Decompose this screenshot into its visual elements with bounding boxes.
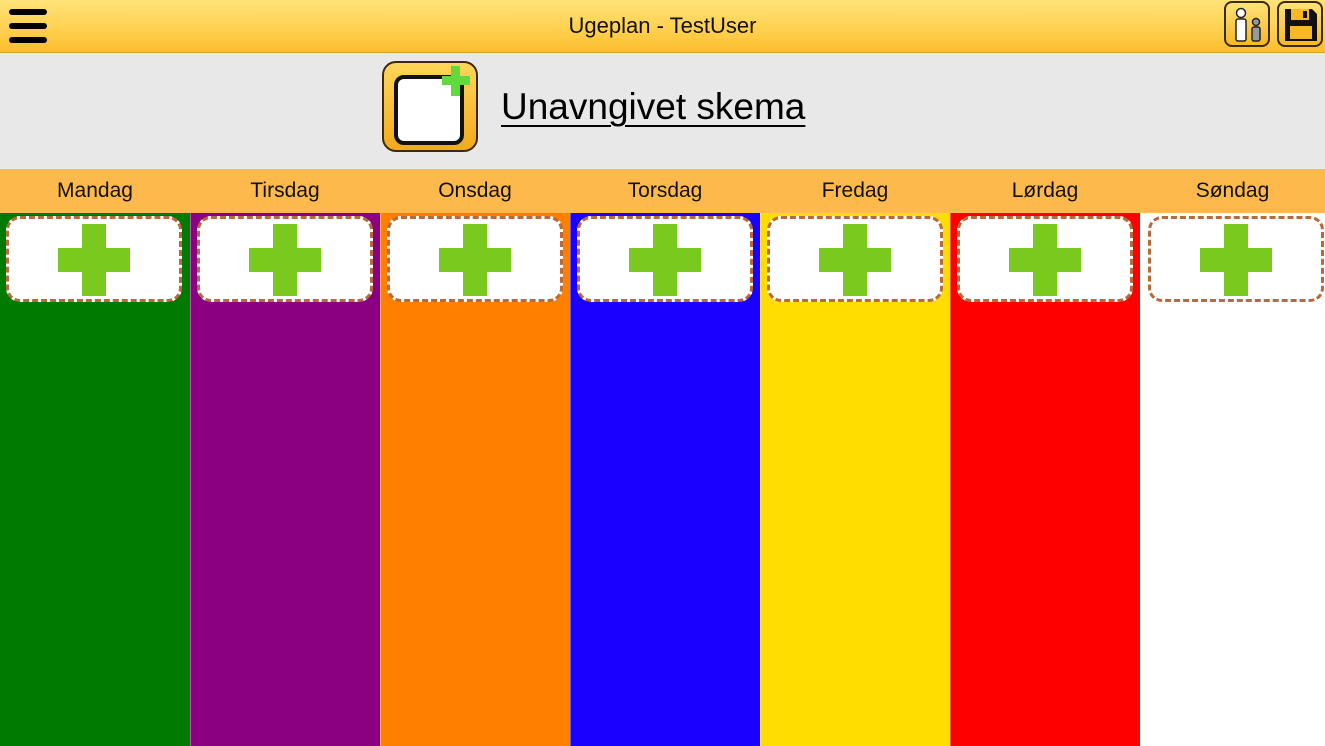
day-header-tuesday: Tirsdag [250, 179, 320, 202]
plus-icon-bar [819, 248, 891, 272]
new-schedule-button[interactable] [382, 61, 478, 152]
day-column-wednesday [380, 213, 570, 746]
day-column-saturday [950, 213, 1140, 746]
plus-icon-bar [1009, 248, 1081, 272]
menu-line [9, 23, 47, 29]
week-columns [0, 213, 1325, 746]
plus-icon-bar [1200, 248, 1272, 272]
plus-icon-bar [629, 248, 701, 272]
hamburger-menu-icon[interactable] [9, 9, 47, 45]
add-activity-button[interactable] [767, 216, 943, 302]
day-column-tuesday [190, 213, 380, 746]
add-activity-button[interactable] [6, 216, 182, 302]
menu-line [9, 9, 47, 15]
schedule-header: Unavngivet skema [0, 53, 1325, 169]
day-column-thursday [570, 213, 760, 746]
day-header-thursday: Torsdag [627, 179, 703, 202]
day-column-friday [760, 213, 950, 746]
plus-icon-bar [249, 248, 321, 272]
add-activity-button[interactable] [197, 216, 373, 302]
add-activity-button[interactable] [387, 216, 563, 302]
small-plus-icon [442, 66, 470, 96]
menu-line [9, 37, 47, 43]
users-button[interactable] [1224, 1, 1270, 47]
add-activity-button[interactable] [957, 216, 1133, 302]
add-activity-button[interactable] [577, 216, 753, 302]
day-header-friday: Fredag [821, 179, 889, 202]
users-icon [1235, 7, 1261, 42]
day-column-sunday [1140, 213, 1325, 746]
schedule-title[interactable]: Unavngivet skema [501, 86, 805, 128]
add-activity-button[interactable] [1148, 216, 1324, 302]
save-floppy-icon [1285, 9, 1317, 41]
app-title: Ugeplan - TestUser [568, 13, 757, 38]
day-header-monday: Mandag [57, 179, 133, 202]
day-header-saturday: Lørdag [1011, 179, 1079, 202]
day-header-wednesday: Onsdag [438, 179, 512, 202]
day-header-sunday: Søndag [1195, 179, 1270, 202]
plus-icon-bar [58, 248, 130, 272]
top-bar: Ugeplan - TestUser [0, 0, 1325, 53]
save-button[interactable] [1277, 1, 1323, 47]
day-header-row: Mandag Tirsdag Onsdag Torsdag Fredag Lør… [0, 169, 1325, 213]
day-column-monday [0, 213, 190, 746]
plus-icon-bar [439, 248, 511, 272]
